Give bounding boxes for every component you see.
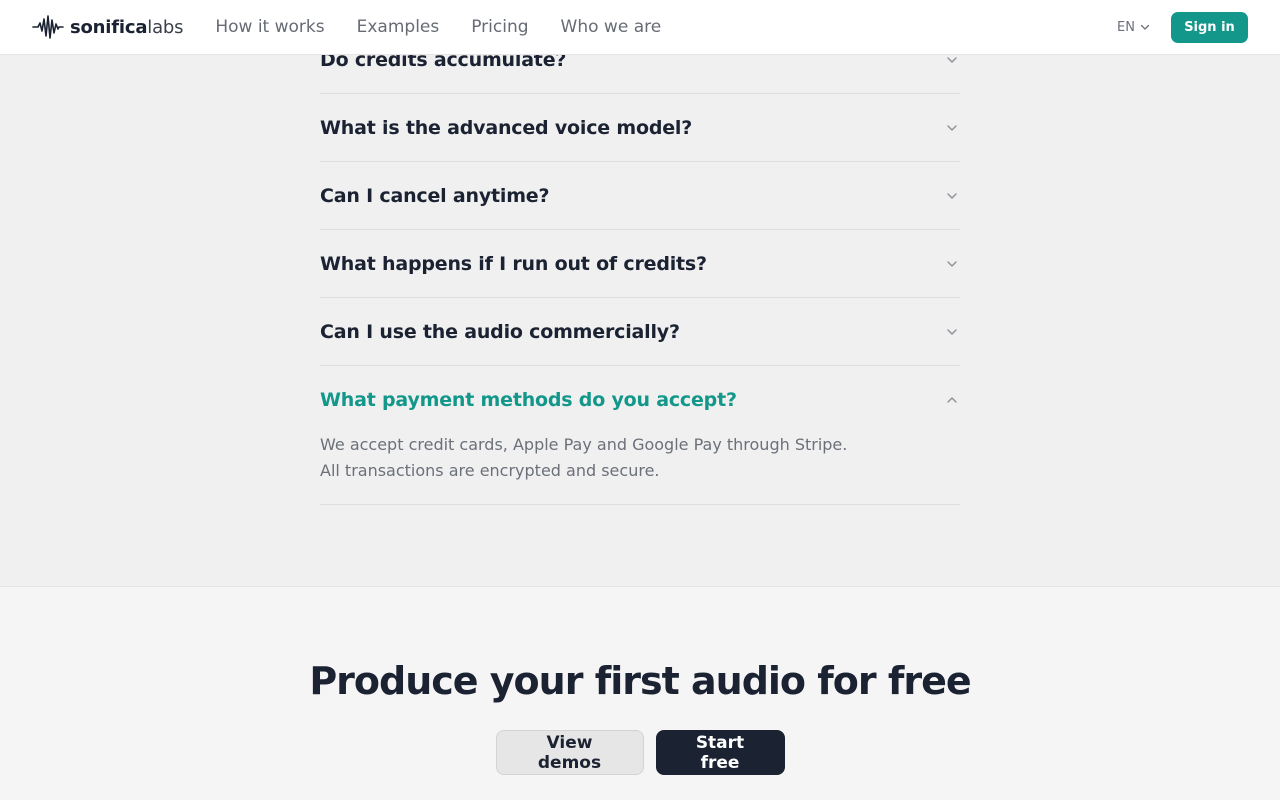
cta-title: Produce your first audio for free <box>309 659 971 703</box>
chevron-down-icon <box>1140 24 1150 30</box>
waveform-icon <box>32 15 64 39</box>
faq-list: Do credits accumulate? What is the advan… <box>320 26 960 505</box>
faq-question-row[interactable]: Can I use the audio commercially? <box>320 298 960 365</box>
faq-question: What is the advanced voice model? <box>320 116 693 139</box>
language-label: EN <box>1117 19 1135 35</box>
chevron-down-icon <box>947 124 957 131</box>
main-nav: How it works Examples Pricing Who we are <box>199 17 677 37</box>
faq-question: Can I cancel anytime? <box>320 184 550 207</box>
chevron-up-icon <box>947 396 957 403</box>
nav-how-it-works[interactable]: How it works <box>199 17 340 37</box>
faq-answer: We accept credit cards, Apple Pay and Go… <box>320 435 848 480</box>
logo-text-light: labs <box>147 16 184 38</box>
faq-question-row[interactable]: Can I cancel anytime? <box>320 162 960 229</box>
chevron-down-icon <box>947 192 957 199</box>
chevron-down-icon <box>947 328 957 335</box>
language-selector[interactable]: EN <box>1117 20 1151 35</box>
site-header: sonificalabs How it works Examples Prici… <box>0 0 1280 55</box>
logo[interactable]: sonificalabs <box>32 14 184 40</box>
faq-question-row[interactable]: What happens if I run out of credits? <box>320 230 960 297</box>
faq-item: Can I cancel anytime? <box>320 162 960 230</box>
faq-question-row[interactable]: What payment methods do you accept? <box>320 366 960 433</box>
faq-item: What is the advanced voice model? <box>320 94 960 162</box>
header-actions: EN Sign in <box>1117 11 1248 43</box>
sign-in-button[interactable]: Sign in <box>1171 11 1248 43</box>
logo-text: sonificalabs <box>70 16 184 38</box>
faq-item: Can I use the audio commercially? <box>320 298 960 366</box>
nav-examples[interactable]: Examples <box>341 17 456 37</box>
cta-section: Produce your first audio for free View d… <box>0 586 1280 800</box>
nav-pricing[interactable]: Pricing <box>455 17 544 37</box>
nav-who-we-are[interactable]: Who we are <box>545 17 678 37</box>
view-demos-button[interactable]: View demos <box>495 730 644 775</box>
chevron-down-icon <box>947 260 957 267</box>
start-free-button[interactable]: Start free <box>655 730 785 775</box>
faq-question: Can I use the audio commercially? <box>320 320 680 343</box>
faq-question: What payment methods do you accept? <box>320 388 737 411</box>
cta-buttons: View demos Start free <box>0 730 1280 775</box>
faq-item: What happens if I run out of credits? <box>320 230 960 298</box>
logo-text-bold: sonifica <box>70 16 148 38</box>
faq-item-open: What payment methods do you accept? We a… <box>320 366 960 505</box>
faq-question: What happens if I run out of credits? <box>320 252 707 275</box>
faq-question-row[interactable]: What is the advanced voice model? <box>320 94 960 161</box>
